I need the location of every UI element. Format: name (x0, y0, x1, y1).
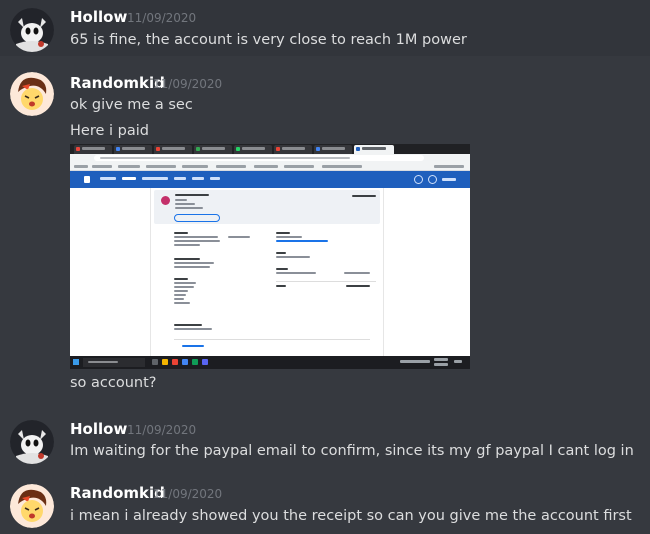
timestamp: 11/09/2020 (127, 423, 197, 437)
message-text: ok give me a sec (70, 97, 193, 113)
avatar[interactable] (10, 72, 54, 116)
windows-start-icon (73, 359, 79, 365)
browser-tab (274, 145, 312, 154)
browser-tab (234, 145, 272, 154)
repeat-transaction-button (174, 214, 220, 222)
username[interactable]: Hollow (70, 8, 127, 26)
username[interactable]: Randomkid (70, 74, 165, 92)
message-group: Randomkid 11/09/2020 i mean i already sh… (0, 482, 650, 534)
browser-tab (74, 145, 112, 154)
paypal-logo (84, 176, 90, 183)
browser-tab (314, 145, 352, 154)
message-text: Im waiting for the paypal email to confi… (70, 443, 634, 459)
browser-tab-active (354, 145, 394, 154)
username[interactable]: Randomkid (70, 484, 165, 502)
browser-tab (194, 145, 232, 154)
browser-tab (114, 145, 152, 154)
message-group: Hollow 11/09/2020 Im waiting for the pay… (0, 418, 650, 468)
avatar[interactable] (10, 484, 54, 528)
message-text: 65 is fine, the account is very close to… (70, 32, 467, 48)
timestamp: 11/09/2020 (127, 11, 197, 25)
avatar[interactable] (10, 420, 54, 464)
message-group: Hollow 11/09/2020 65 is fine, the accoun… (0, 0, 650, 56)
username[interactable]: Hollow (70, 420, 127, 438)
message-text: i mean i already showed you the receipt … (70, 508, 632, 524)
timestamp: 11/09/2020 (153, 487, 223, 501)
recipient-avatar (161, 196, 170, 205)
attachment-image[interactable] (70, 144, 470, 369)
timestamp: 11/09/2020 (153, 77, 223, 91)
message-text: Here i paid (70, 123, 149, 139)
message-text: so account? (70, 375, 157, 391)
browser-tab (154, 145, 192, 154)
avatar[interactable] (10, 8, 54, 52)
